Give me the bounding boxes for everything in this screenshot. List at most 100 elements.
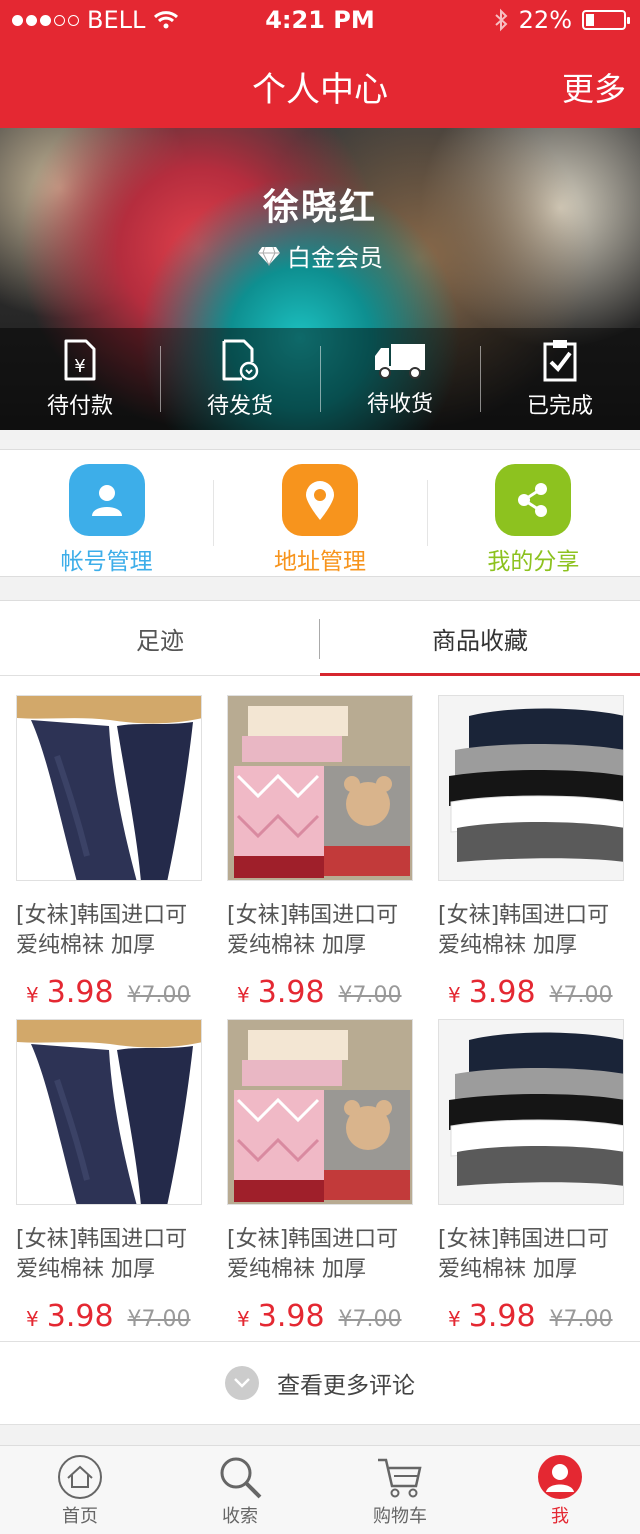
product-original-price: ¥7.00 — [338, 983, 402, 1008]
product-image-bear-socks — [227, 1019, 413, 1205]
product-card[interactable]: [女袜]韩国进口可爱纯棉袜 加厚 ¥ 3.98 ¥7.00 — [227, 1019, 413, 1334]
product-image-bear-socks — [227, 695, 413, 881]
order-awaiting-shipment[interactable]: 待发货 — [160, 328, 320, 430]
product-card[interactable]: [女袜]韩国进口可爱纯棉袜 加厚 ¥ 3.98 ¥7.00 — [227, 695, 413, 1010]
tab-footprints[interactable]: 足迹 — [0, 601, 320, 675]
profile-icon — [538, 1455, 582, 1499]
product-prices: ¥ 3.98 ¥7.00 — [227, 1299, 413, 1334]
product-image-navy-tights — [16, 695, 202, 881]
member-badge: 白金会员 — [0, 238, 640, 273]
product-image-navy-tights — [16, 1019, 202, 1205]
clipboard-check-icon — [543, 340, 577, 382]
product-card[interactable]: [女袜]韩国进口可爱纯棉袜 加厚 ¥ 3.98 ¥7.00 — [438, 1019, 624, 1334]
payment-pending-icon: ¥ — [64, 339, 96, 381]
product-card[interactable]: [女袜]韩国进口可爱纯棉袜 加厚 ¥ 3.98 ¥7.00 — [16, 695, 202, 1010]
product-grid: [女袜]韩国进口可爱纯棉袜 加厚 ¥ 3.98 ¥7.00 [女袜]韩国进口可爱… — [0, 676, 640, 1341]
currency-symbol: ¥ — [448, 983, 461, 1007]
order-completed[interactable]: 已完成 — [480, 328, 640, 430]
tabbar-home[interactable]: 首页 — [0, 1446, 160, 1534]
product-original-price: ¥7.00 — [338, 1307, 402, 1332]
share-icon — [495, 464, 572, 536]
svg-text:¥: ¥ — [74, 356, 85, 377]
order-label: 待发货 — [206, 394, 273, 419]
account-management[interactable]: 帐号管理 — [0, 450, 213, 576]
product-name: [女袜]韩国进口可爱纯棉袜 加厚 — [438, 903, 610, 958]
product-name: [女袜]韩国进口可爱纯棉袜 加厚 — [438, 1227, 610, 1282]
product-price: 3.98 — [257, 975, 325, 1010]
status-right: 22% — [493, 6, 630, 34]
product-image-folded-socks — [438, 1019, 624, 1205]
awaiting-shipment-icon — [222, 339, 259, 381]
search-icon — [220, 1457, 262, 1499]
location-pin-icon — [281, 464, 358, 536]
chevron-down-icon — [225, 1366, 259, 1400]
cart-icon — [378, 1458, 422, 1498]
quick-link-label: 地址管理 — [273, 549, 366, 575]
product-original-price: ¥7.00 — [549, 1307, 613, 1332]
battery-icon — [582, 10, 630, 30]
tabbar-me[interactable]: 我 — [480, 1446, 640, 1534]
product-image-folded-socks — [438, 695, 624, 881]
tabbar-search[interactable]: 收索 — [160, 1446, 320, 1534]
header: 个人中心 更多 — [0, 40, 640, 128]
status-bar: BELL 4:21 PM 22% — [0, 0, 640, 40]
product-price: 3.98 — [468, 975, 536, 1010]
battery-percent: 22% — [518, 6, 572, 34]
bottom-tab-bar: 首页 收索 购物车 我 — [0, 1445, 640, 1534]
product-price: 3.98 — [468, 1299, 536, 1334]
order-pending-payment[interactable]: ¥ 待付款 — [0, 328, 160, 430]
order-label: 待付款 — [46, 394, 113, 419]
tabbar-label: 购物车 — [373, 1506, 427, 1527]
product-name: [女袜]韩国进口可爱纯棉袜 加厚 — [16, 903, 188, 958]
tabbar-label: 收索 — [222, 1506, 258, 1527]
view-more-comments-button[interactable]: 查看更多评论 — [0, 1341, 640, 1425]
product-prices: ¥ 3.98 ¥7.00 — [16, 1299, 202, 1334]
order-status-bar: ¥ 待付款 待发货 待收货 已完成 — [0, 328, 640, 430]
bluetooth-icon — [494, 8, 508, 32]
product-price: 3.98 — [46, 975, 114, 1010]
tab-divider — [319, 619, 320, 659]
more-button[interactable]: 更多 — [562, 64, 626, 110]
product-name: [女袜]韩国进口可爱纯棉袜 加厚 — [227, 903, 399, 958]
quick-links: 帐号管理 地址管理 我的分享 — [0, 449, 640, 577]
user-name: 徐晓红 — [262, 187, 377, 228]
currency-symbol: ¥ — [448, 1307, 461, 1331]
my-shares[interactable]: 我的分享 — [426, 450, 640, 576]
address-management[interactable]: 地址管理 — [213, 450, 426, 576]
tabbar-cart[interactable]: 购物车 — [320, 1446, 480, 1534]
product-price: 3.98 — [46, 1299, 114, 1334]
tabbar-label: 我 — [551, 1506, 569, 1527]
quick-link-label: 我的分享 — [487, 549, 580, 575]
currency-symbol: ¥ — [237, 1307, 250, 1331]
user-icon — [68, 464, 145, 536]
product-prices: ¥ 3.98 ¥7.00 — [438, 1299, 624, 1334]
member-level: 白金会员 — [287, 244, 383, 272]
product-name: [女袜]韩国进口可爱纯棉袜 加厚 — [227, 1227, 399, 1282]
tabbar-label: 首页 — [62, 1506, 98, 1527]
product-original-price: ¥7.00 — [549, 983, 613, 1008]
currency-symbol: ¥ — [26, 1307, 39, 1331]
product-prices: ¥ 3.98 ¥7.00 — [16, 975, 202, 1010]
product-prices: ¥ 3.98 ¥7.00 — [227, 975, 413, 1010]
order-label: 待收货 — [366, 392, 433, 417]
tab-favorites[interactable]: 商品收藏 — [320, 601, 640, 676]
product-original-price: ¥7.00 — [127, 983, 191, 1008]
product-card[interactable]: [女袜]韩国进口可爱纯棉袜 加厚 ¥ 3.98 ¥7.00 — [438, 695, 624, 1010]
order-label: 已完成 — [526, 394, 593, 419]
home-icon — [58, 1455, 102, 1499]
order-awaiting-delivery[interactable]: 待收货 — [320, 328, 480, 430]
product-prices: ¥ 3.98 ¥7.00 — [438, 975, 624, 1010]
currency-symbol: ¥ — [26, 983, 39, 1007]
view-more-label: 查看更多评论 — [277, 1373, 415, 1399]
product-price: 3.98 — [257, 1299, 325, 1334]
product-name: [女袜]韩国进口可爱纯棉袜 加厚 — [16, 1227, 188, 1282]
product-original-price: ¥7.00 — [127, 1307, 191, 1332]
product-card[interactable]: [女袜]韩国进口可爱纯棉袜 加厚 ¥ 3.98 ¥7.00 — [16, 1019, 202, 1334]
diamond-icon — [258, 246, 280, 266]
content-tabs: 足迹 商品收藏 — [0, 600, 640, 676]
page-title: 个人中心 — [252, 70, 388, 110]
profile-banner: 徐晓红 白金会员 ¥ 待付款 待发货 待收货 已完成 — [0, 128, 640, 430]
truck-icon — [375, 344, 425, 379]
quick-link-label: 帐号管理 — [60, 549, 153, 575]
currency-symbol: ¥ — [237, 983, 250, 1007]
